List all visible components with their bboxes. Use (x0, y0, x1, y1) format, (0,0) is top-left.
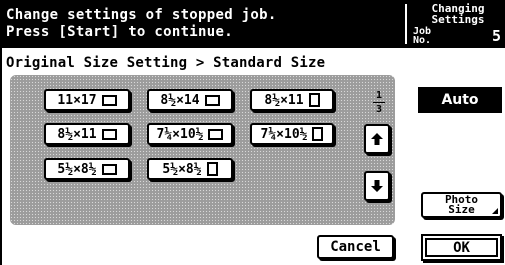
left-border (0, 48, 2, 265)
corner-mark-icon (492, 208, 498, 214)
up-arrow-icon (371, 133, 383, 145)
size-button-7.25x10.5-landscape[interactable]: 7¼×10½ (147, 123, 233, 145)
job-status: Changing Settings Job No. 5 (413, 3, 503, 46)
portrait-orientation-icon (308, 93, 320, 107)
message-line-1: Change settings of stopped job. (6, 7, 277, 23)
landscape-orientation-icon (208, 128, 224, 140)
job-label: Job No. (413, 27, 432, 46)
ok-button[interactable]: OK (421, 234, 502, 261)
size-button-7.25x10.5-portrait[interactable]: 7¼×10½ (250, 123, 334, 145)
breadcrumb: Original Size Setting > Standard Size (6, 55, 326, 71)
size-label: 5½×8½ (57, 161, 97, 177)
job-number: 5 (491, 27, 501, 45)
status-title-2: Settings (431, 13, 485, 26)
fraction-bar (373, 102, 385, 103)
landscape-orientation-icon (101, 94, 117, 106)
landscape-orientation-icon (101, 163, 117, 175)
size-label: 11×17 (57, 92, 97, 108)
status-message: Change settings of stopped job. Press [S… (6, 7, 277, 41)
size-label: 7¼×10½ (260, 126, 308, 142)
portrait-orientation-icon (312, 127, 324, 141)
size-label: Size (448, 203, 475, 216)
down-arrow-icon (371, 180, 383, 192)
size-button-8.5x11-landscape[interactable]: 8½×11 (44, 123, 130, 145)
size-label: 8½×11 (57, 126, 97, 142)
size-button-11x17-landscape[interactable]: 11×17 (44, 89, 130, 111)
size-button-8.5x14-landscape[interactable]: 8½×14 (147, 89, 233, 111)
size-button-5.5x8.5-portrait[interactable]: 5½×8½ (147, 158, 233, 180)
size-button-5.5x8.5-landscape[interactable]: 5½×8½ (44, 158, 130, 180)
size-label: 7¼×10½ (156, 126, 204, 142)
auto-button[interactable]: Auto (418, 87, 502, 113)
message-line-2: Press [Start] to continue. (6, 24, 233, 40)
scroll-down-button[interactable] (364, 171, 390, 201)
portrait-orientation-icon (206, 162, 218, 176)
size-label: 8½×11 (264, 92, 304, 108)
size-label: 8½×14 (160, 92, 200, 108)
size-button-8.5x11-portrait[interactable]: 8½×11 (250, 89, 334, 111)
page-indicator: 1 3 (368, 90, 390, 115)
job-label-2: No. (413, 35, 432, 46)
current-page: 1 (375, 90, 383, 101)
photo-size-button[interactable]: Photo Size (421, 192, 502, 218)
landscape-orientation-icon (204, 94, 220, 106)
header-divider (405, 4, 407, 44)
header-bar: Change settings of stopped job. Press [S… (0, 0, 505, 48)
scroll-up-button[interactable] (364, 124, 390, 154)
landscape-orientation-icon (101, 128, 117, 140)
cancel-button[interactable]: Cancel (317, 235, 394, 259)
size-label: 5½×8½ (162, 161, 202, 177)
total-pages: 3 (375, 104, 383, 115)
